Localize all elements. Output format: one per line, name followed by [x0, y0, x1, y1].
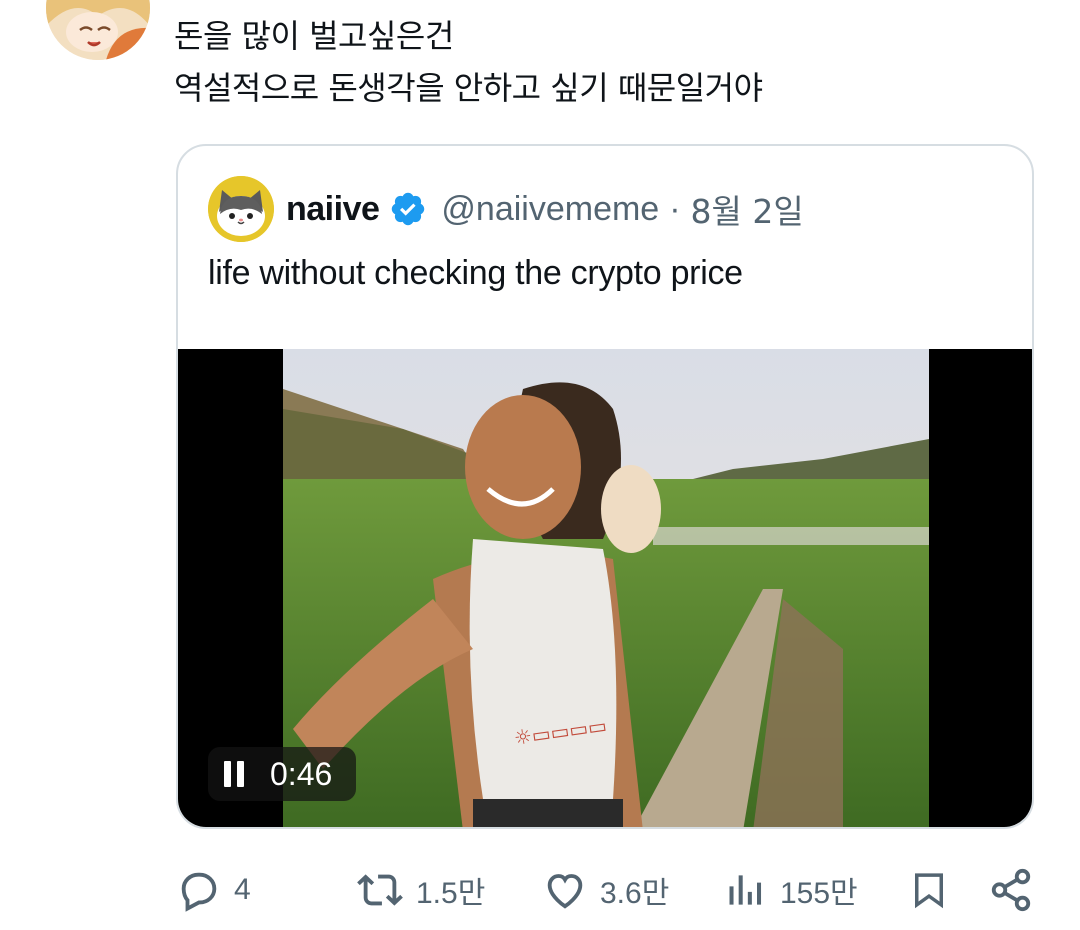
- quoted-post-header: naiive @naiivememe · 8월 2일: [208, 176, 804, 242]
- action-bar: 4 1.5만 3.6만 155만: [0, 860, 1080, 920]
- repost-icon: [357, 874, 403, 906]
- author-avatar[interactable]: [46, 0, 150, 60]
- post-text: 돈을 많이 벌고싶은건 역설적으로 돈생각을 안하고 싶기 때문일거야: [174, 10, 1034, 114]
- quoted-post-card[interactable]: naiive @naiivememe · 8월 2일 life without …: [176, 144, 1034, 829]
- video-timestamp: 0:46: [270, 755, 333, 792]
- quoted-post-date[interactable]: 8월 2일: [691, 185, 804, 233]
- video-frame: ☼▭▭▭▭: [283, 349, 929, 827]
- quoted-author-name[interactable]: naiive: [286, 190, 380, 229]
- bookmark-button[interactable]: [908, 860, 950, 920]
- separator-dot: ·: [669, 189, 681, 228]
- quoted-post-text: life without checking the crypto price: [208, 254, 743, 292]
- reply-button[interactable]: 4: [176, 860, 251, 920]
- repost-count: 1.5만: [416, 877, 486, 910]
- share-button[interactable]: [988, 860, 1034, 920]
- quoted-author-handle[interactable]: @naiivememe: [441, 190, 659, 229]
- pause-icon[interactable]: [224, 761, 248, 787]
- bookmark-icon: [915, 873, 943, 909]
- reply-icon: [181, 872, 217, 912]
- video-controls[interactable]: 0:46: [208, 747, 356, 801]
- video-player[interactable]: ☼▭▭▭▭ 0:46: [178, 349, 1032, 827]
- like-icon: [547, 874, 583, 909]
- views-button[interactable]: 155만: [724, 860, 858, 920]
- reply-count: 4: [234, 873, 251, 906]
- repost-button[interactable]: 1.5만: [356, 860, 485, 920]
- share-icon: [991, 868, 1031, 912]
- like-button[interactable]: 3.6만: [542, 860, 669, 920]
- verified-badge-icon: [392, 192, 425, 226]
- post-text-line: 돈을 많이 벌고싶은건: [174, 17, 454, 55]
- like-count: 3.6만: [600, 877, 670, 910]
- post-text-line: 역설적으로 돈생각을 안하고 싶기 때문일거야: [174, 69, 763, 107]
- view-count: 155만: [780, 877, 858, 910]
- quoted-author-avatar[interactable]: [208, 176, 274, 242]
- views-icon: [729, 875, 762, 905]
